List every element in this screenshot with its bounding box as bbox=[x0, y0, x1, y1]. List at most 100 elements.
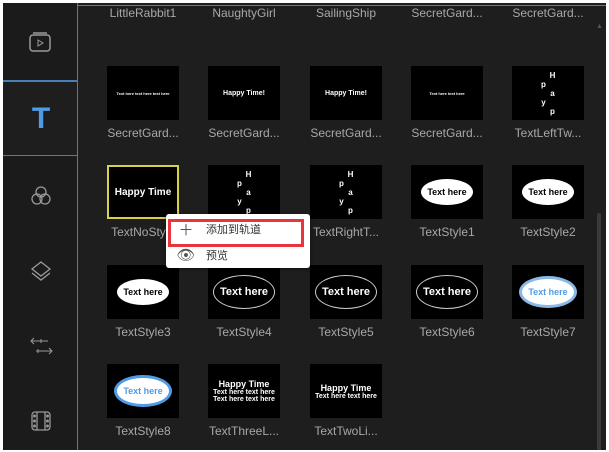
scroll-up-icon[interactable]: ▲ bbox=[596, 23, 603, 30]
thumbnail-text: Text here text here bbox=[213, 389, 275, 396]
thumbnail-text: Text here bbox=[519, 276, 577, 308]
template-thumbnail: Happy Time Text here text here bbox=[310, 364, 382, 418]
template-label: SailingShip bbox=[315, 6, 377, 20]
template-label: TextThreeL... bbox=[208, 424, 280, 438]
thumbnail-text: Happy Time! bbox=[325, 89, 367, 97]
template-thumbnail: H a p p y bbox=[512, 66, 584, 120]
text-t-icon: T bbox=[31, 101, 51, 135]
template-item[interactable]: Text here TextStyle8 bbox=[93, 364, 193, 438]
template-item[interactable]: Happy Time! SecretGard... bbox=[194, 66, 294, 140]
template-thumbnail: Text here bbox=[310, 265, 382, 319]
film-icon bbox=[30, 410, 51, 431]
menu-item-preview[interactable]: 👁 预览 bbox=[166, 244, 310, 266]
template-item[interactable]: SecretGard... bbox=[397, 3, 497, 20]
template-item[interactable]: Text here TextStyle1 bbox=[397, 165, 497, 239]
template-label: TextLeftTw... bbox=[514, 126, 582, 140]
template-thumbnail: H a p p y bbox=[208, 165, 280, 219]
thumbnail-text: Happy Time! bbox=[223, 89, 265, 97]
template-thumbnail: Text here bbox=[107, 265, 179, 319]
thumbnail-text: Happy Time bbox=[320, 382, 372, 393]
sidebar-item-elements[interactable] bbox=[3, 383, 78, 450]
template-thumbnail: Text here text here bbox=[411, 66, 483, 120]
template-label: TextStyle1 bbox=[419, 225, 475, 239]
template-thumbnail: Text here bbox=[512, 265, 584, 319]
thumbnail-text: Text here bbox=[114, 375, 172, 407]
template-label: TextStyle3 bbox=[115, 325, 171, 339]
template-item[interactable]: Happy Time Text here text here Text here t… bbox=[194, 364, 294, 438]
template-thumbnail: Happy Time! bbox=[208, 66, 280, 120]
template-item[interactable]: Text here TextStyle2 bbox=[498, 165, 598, 239]
template-label: LittleRabbit1 bbox=[109, 6, 177, 20]
sidebar-item-transitions[interactable] bbox=[3, 308, 78, 383]
template-item[interactable]: Text here text here text here SecretGard.… bbox=[93, 66, 193, 140]
template-thumbnail: Text here bbox=[107, 364, 179, 418]
sidebar-item-effects[interactable] bbox=[3, 158, 78, 233]
template-label: SecretGard... bbox=[512, 6, 584, 20]
template-label: TextTwoLi... bbox=[314, 424, 378, 438]
template-item[interactable]: Text here TextStyle5 bbox=[296, 265, 396, 339]
template-item[interactable]: H a p p y TextLeftTw... bbox=[498, 66, 598, 140]
template-thumbnail: H a p p y bbox=[310, 165, 382, 219]
thumbnail-text: Text here bbox=[117, 279, 169, 305]
thumbnail-text: Text here bbox=[212, 275, 276, 309]
effects-circles-icon bbox=[30, 185, 51, 205]
template-item[interactable]: Text here TextStyle3 bbox=[93, 265, 193, 339]
thumbnail-text: Text here bbox=[421, 179, 473, 205]
sidebar: T bbox=[3, 3, 79, 450]
template-label: TextRightT... bbox=[312, 225, 380, 239]
thumbnail-text: Text here text here bbox=[315, 392, 377, 400]
eye-icon: 👁 bbox=[176, 247, 196, 264]
thumbnail-text: Happy Time bbox=[218, 379, 270, 389]
thumbnail-text: Text here bbox=[522, 179, 574, 205]
thumbnail-text: Happy Time bbox=[114, 186, 172, 198]
highlight-box bbox=[168, 219, 304, 247]
transition-arrows-icon bbox=[29, 337, 53, 354]
template-item[interactable]: Text here TextStyle6 bbox=[397, 265, 497, 339]
template-item[interactable]: LittleRabbit1 bbox=[93, 3, 193, 20]
template-item[interactable]: Happy Time! SecretGard... bbox=[296, 66, 396, 140]
template-thumbnail: Text here bbox=[411, 165, 483, 219]
template-label: SecretGard... bbox=[107, 126, 179, 140]
thumbnail-text: Text here bbox=[314, 275, 378, 309]
template-label: SecretGard... bbox=[411, 126, 483, 140]
text-library-window: T LittleRabbit1 NaughtyGirl SailingShip Sec… bbox=[3, 3, 606, 450]
template-thumbnail: Text here text here text here bbox=[107, 66, 179, 120]
template-thumbnail: Text here bbox=[512, 165, 584, 219]
template-item[interactable]: Text here TextStyle7 bbox=[498, 265, 598, 339]
template-thumbnail: Happy Time bbox=[107, 165, 179, 219]
menu-label: 预览 bbox=[206, 250, 228, 262]
thumbnail-text: Text here bbox=[415, 275, 479, 309]
thumbnail-text: Text here text here bbox=[429, 90, 465, 96]
template-thumbnail: Happy Time! bbox=[310, 66, 382, 120]
sidebar-item-text[interactable]: T bbox=[3, 81, 79, 156]
template-item[interactable]: Text here TextStyle4 bbox=[194, 265, 294, 339]
template-item[interactable]: Happy Time Text here text here TextTwoLi..… bbox=[296, 364, 396, 438]
scrollbar[interactable] bbox=[597, 213, 601, 450]
template-thumbnail: Text here bbox=[411, 265, 483, 319]
thumbnail-text: H a p p y bbox=[539, 70, 557, 116]
template-label: SecretGard... bbox=[310, 126, 382, 140]
template-label: SecretGard... bbox=[411, 6, 483, 20]
template-label: TextStyle2 bbox=[520, 225, 576, 239]
template-item[interactable]: H a p p y TextRightT... bbox=[296, 165, 396, 239]
template-label: TextStyle7 bbox=[520, 325, 576, 339]
template-label: SecretGard... bbox=[208, 126, 280, 140]
sidebar-item-media[interactable] bbox=[3, 3, 78, 81]
thumbnail-text: H a p p y bbox=[235, 169, 253, 215]
template-thumbnail: Text here bbox=[208, 265, 280, 319]
template-item[interactable]: Text here text here SecretGard... bbox=[397, 66, 497, 140]
template-item[interactable]: NaughtyGirl bbox=[194, 3, 294, 20]
text-template-grid: LittleRabbit1 NaughtyGirl SailingShip Secre… bbox=[77, 5, 606, 450]
template-label: NaughtyGirl bbox=[212, 6, 276, 20]
template-item[interactable]: SecretGard... bbox=[498, 3, 598, 20]
sidebar-item-overlays[interactable] bbox=[3, 233, 78, 308]
template-thumbnail: Happy Time Text here text here Text here t… bbox=[208, 364, 280, 418]
template-item[interactable]: SailingShip bbox=[296, 3, 396, 20]
template-label: TextStyle6 bbox=[419, 325, 475, 339]
media-play-icon bbox=[29, 31, 51, 52]
template-label: TextStyle4 bbox=[216, 325, 272, 339]
layers-icon bbox=[30, 260, 51, 281]
template-label: TextStyle5 bbox=[318, 325, 374, 339]
thumbnail-text: H a p p y bbox=[337, 169, 355, 215]
thumbnail-text: Text here text here bbox=[213, 396, 275, 403]
